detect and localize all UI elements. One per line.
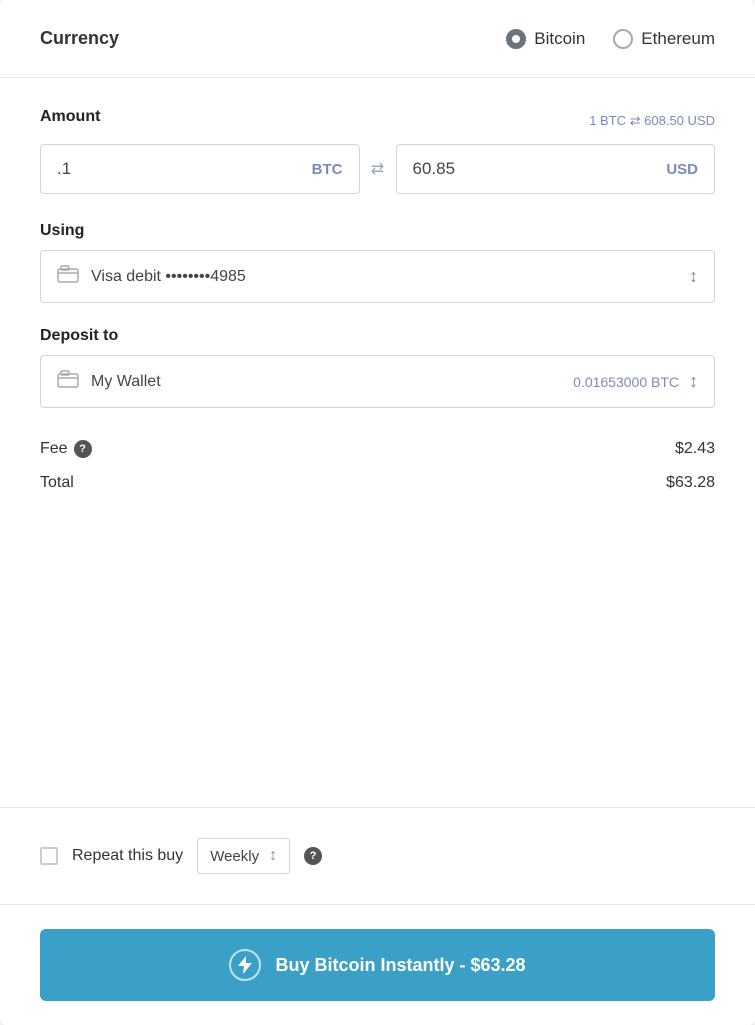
usd-value: 60.85	[413, 159, 456, 179]
using-text: Visa debit ••••••••4985	[91, 268, 689, 286]
bolt-icon	[229, 949, 261, 981]
deposit-wallet-icon	[57, 370, 79, 393]
btc-currency: BTC	[312, 161, 343, 178]
currency-label: Currency	[40, 28, 119, 49]
ethereum-option[interactable]: Ethereum	[613, 29, 715, 49]
repeat-help-icon[interactable]: ?	[304, 847, 322, 865]
currency-radio-group: Bitcoin Ethereum	[506, 29, 715, 49]
amount-label: Amount	[40, 108, 100, 126]
ethereum-label: Ethereum	[641, 29, 715, 49]
using-section: Using Visa debit ••••••••4985 ↕	[40, 222, 715, 303]
amount-inputs: .1 BTC ⇄ 60.85 USD	[40, 144, 715, 194]
wallet-icon	[57, 265, 79, 288]
fee-label: Fee ?	[40, 440, 92, 458]
amount-header: Amount 1 BTC ⇄ 608.50 USD	[40, 108, 715, 134]
exchange-rate: 1 BTC ⇄ 608.50 USD	[589, 113, 715, 129]
deposit-label: Deposit to	[40, 327, 715, 345]
repeat-chevron-icon: ↕	[269, 847, 277, 865]
repeat-frequency-select[interactable]: Weekly ↕	[197, 838, 290, 874]
main-body: Amount 1 BTC ⇄ 608.50 USD .1 BTC ⇄ 60.85…	[0, 78, 755, 808]
deposit-chevron-icon: ↕	[689, 371, 698, 392]
repeat-section: Repeat this buy Weekly ↕ ?	[0, 808, 755, 905]
repeat-label: Repeat this buy	[72, 847, 183, 865]
amount-section: Amount 1 BTC ⇄ 608.50 USD .1 BTC ⇄ 60.85…	[40, 108, 715, 194]
using-chevron-icon: ↕	[689, 266, 698, 287]
fee-value: $2.43	[675, 440, 715, 458]
bitcoin-option[interactable]: Bitcoin	[506, 29, 585, 49]
fee-row: Fee ? $2.43	[40, 432, 715, 466]
total-row: Total $63.28	[40, 466, 715, 500]
deposit-text: My Wallet	[91, 373, 573, 391]
btc-input-box[interactable]: .1 BTC	[40, 144, 360, 194]
fee-help-icon[interactable]: ?	[74, 440, 92, 458]
repeat-checkbox[interactable]	[40, 847, 58, 865]
total-value: $63.28	[666, 474, 715, 492]
using-label: Using	[40, 222, 715, 240]
deposit-balance: 0.01653000 BTC	[573, 374, 679, 390]
total-label: Total	[40, 474, 74, 492]
ethereum-radio[interactable]	[613, 29, 633, 49]
using-select[interactable]: Visa debit ••••••••4985 ↕	[40, 250, 715, 303]
swap-icon[interactable]: ⇄	[360, 159, 396, 179]
fee-section: Fee ? $2.43 Total $63.28	[40, 432, 715, 500]
deposit-section: Deposit to My Wallet 0.01653000 BTC ↕	[40, 327, 715, 408]
usd-currency: USD	[666, 161, 698, 178]
buy-button-label: Buy Bitcoin Instantly - $63.28	[275, 955, 525, 976]
deposit-select[interactable]: My Wallet 0.01653000 BTC ↕	[40, 355, 715, 408]
currency-section: Currency Bitcoin Ethereum	[0, 0, 755, 78]
usd-input-box[interactable]: 60.85 USD	[396, 144, 716, 194]
btc-value: .1	[57, 159, 71, 179]
repeat-frequency-value: Weekly	[210, 848, 259, 865]
buy-bitcoin-card: Currency Bitcoin Ethereum Amount 1 BTC ⇄…	[0, 0, 755, 1025]
bitcoin-radio[interactable]	[506, 29, 526, 49]
buy-section: Buy Bitcoin Instantly - $63.28	[0, 905, 755, 1025]
bitcoin-label: Bitcoin	[534, 29, 585, 49]
buy-button[interactable]: Buy Bitcoin Instantly - $63.28	[40, 929, 715, 1001]
